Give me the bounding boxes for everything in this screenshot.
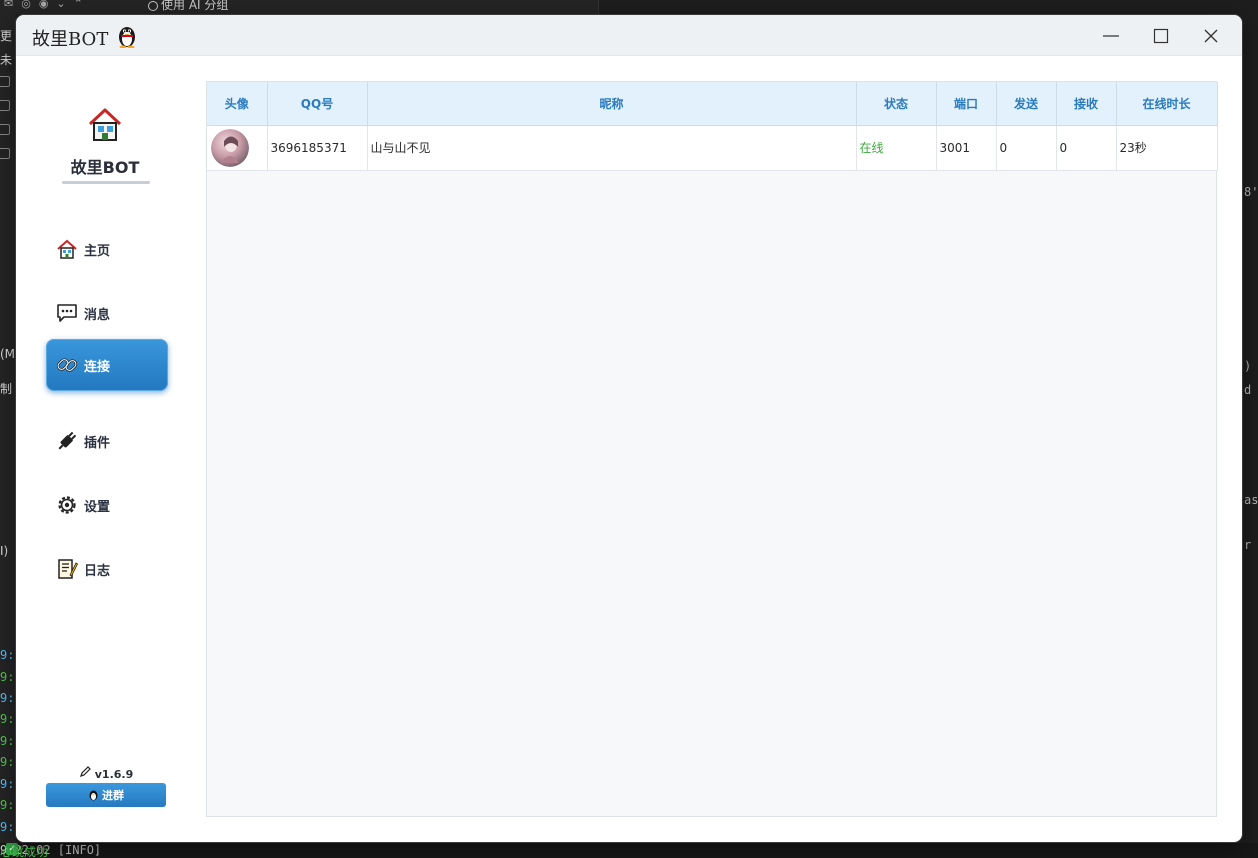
connections-table: 头像 QQ号 昵称 状态 端口 发送 接收 在线时长 3696185371 山与… — [207, 82, 1218, 171]
column-header-received[interactable]: 接收 — [1056, 82, 1117, 126]
nav-label: 设置 — [84, 499, 111, 515]
nav-label: 连接 — [84, 359, 111, 375]
gear-icon — [56, 494, 78, 516]
sent-count: 0 — [996, 125, 1057, 171]
port: 3001 — [936, 125, 997, 171]
ai-group-button: 使用 AI 分组 — [148, 0, 228, 13]
app-window: 故里BOT 故里BOT 主页 消息 连接 插件 设置 日志 v1.6.9 进群 … — [16, 15, 1242, 842]
nav-item-messages[interactable]: 消息 — [46, 287, 168, 339]
nav-label: 消息 — [84, 307, 111, 323]
maximize-icon — [1153, 28, 1169, 43]
avatar — [211, 128, 249, 167]
terminal-log-message: 心跳成功 — [0, 845, 49, 858]
background-toolbar-icons: ✉◎◉⌄⌃ — [4, 0, 91, 10]
nav-item-connections[interactable]: 连接 — [46, 339, 168, 391]
background-terminal-time: 9: — [0, 691, 15, 705]
column-header-nickname[interactable]: 昵称 — [367, 82, 857, 126]
background-checkbox — [0, 148, 10, 159]
background-terminal-time: 9: — [0, 648, 15, 662]
minimize-button[interactable] — [1088, 15, 1134, 56]
status-badge: 在线 — [856, 125, 937, 171]
background-text-fragment: 未 — [0, 53, 13, 67]
pencil-icon — [79, 766, 91, 781]
background-checkbox — [0, 76, 10, 87]
column-header-qq[interactable]: QQ号 — [267, 82, 368, 126]
connections-panel: 头像 QQ号 昵称 状态 端口 发送 接收 在线时长 3696185371 山与… — [206, 81, 1218, 817]
column-header-status[interactable]: 状态 — [856, 82, 937, 126]
background-code-editor — [598, 0, 1258, 14]
nav-item-logs[interactable]: 日志 — [46, 543, 168, 595]
avatar-cell — [207, 125, 268, 171]
link-icon — [56, 354, 78, 376]
close-icon — [1204, 29, 1218, 42]
nav-label: 插件 — [84, 435, 111, 451]
background-left-panel: 更 未 (M 制 I) 9: 9: 9: 9: 9: 9: 9: 9: 9: 9… — [0, 14, 16, 858]
background-checkbox — [0, 100, 10, 111]
penguin-icon — [88, 789, 99, 801]
title-bar[interactable]: 故里BOT — [16, 15, 1242, 56]
table-row[interactable]: 3696185371 山与山不见 在线 3001 0 0 23秒 — [207, 125, 1218, 171]
message-icon — [56, 302, 78, 324]
background-checkbox — [0, 124, 10, 135]
sidebar: 故里BOT 主页 消息 连接 插件 设置 日志 v1.6.9 进群 — [16, 56, 196, 842]
background-text-fragment: r — [1244, 538, 1252, 552]
background-text-fragment: (M — [0, 347, 16, 361]
brand-name: 故里BOT — [70, 158, 140, 177]
background-terminal-line: 9:22:02 [INFO] ✓ 心跳成功 — [0, 843, 1258, 858]
column-header-avatar[interactable]: 头像 — [207, 82, 268, 126]
background-terminal-time: 9: — [0, 777, 15, 791]
plugin-icon — [56, 430, 78, 452]
background-terminal-time: 9: — [0, 712, 15, 726]
maximize-button[interactable] — [1138, 15, 1184, 56]
home-icon — [56, 238, 78, 260]
background-text-fragment: ) — [1244, 359, 1252, 373]
background-right-panel: 8' ) d as r — [1242, 14, 1258, 858]
minimize-icon — [1103, 34, 1119, 37]
table-header-row: 头像 QQ号 昵称 状态 端口 发送 接收 在线时长 — [207, 82, 1218, 126]
nav-label: 主页 — [84, 243, 111, 259]
version-text: v1.6.9 — [94, 768, 134, 781]
received-count: 0 — [1056, 125, 1117, 171]
column-header-sent[interactable]: 发送 — [996, 82, 1057, 126]
background-text-fragment: I) — [0, 544, 9, 558]
background-text-fragment: 更 — [0, 29, 13, 43]
brand-underline — [62, 181, 150, 184]
background-text-fragment: 制 — [0, 382, 13, 396]
online-time: 23秒 — [1116, 125, 1218, 171]
penguin-icon — [119, 27, 135, 48]
join-group-label: 进群 — [102, 789, 124, 802]
background-text-fragment: d — [1244, 383, 1252, 397]
background-terminal-time: 9: — [0, 820, 15, 834]
background-text-fragment: 8' — [1244, 185, 1258, 199]
log-icon — [56, 558, 78, 580]
background-text-fragment: as — [1244, 493, 1258, 507]
house-logo-icon — [88, 108, 122, 141]
column-header-online-time[interactable]: 在线时长 — [1116, 82, 1218, 126]
background-terminal-time: 9: — [0, 670, 15, 684]
nav-item-settings[interactable]: 设置 — [46, 479, 168, 531]
background-editor-toolbar: ✉◎◉⌄⌃ 使用 AI 分组 — [0, 0, 600, 14]
column-header-port[interactable]: 端口 — [936, 82, 997, 126]
close-button[interactable] — [1188, 15, 1234, 56]
nav-item-plugins[interactable]: 插件 — [46, 415, 168, 467]
background-terminal-time: 9: — [0, 755, 15, 769]
background-terminal-time: 9: — [0, 734, 15, 748]
join-group-button[interactable]: 进群 — [46, 783, 166, 807]
nav-label: 日志 — [84, 563, 111, 579]
window-title: 故里BOT — [32, 29, 109, 50]
nav-item-home[interactable]: 主页 — [46, 223, 168, 275]
nickname: 山与山不见 — [367, 125, 857, 171]
qq-number: 3696185371 — [267, 125, 368, 171]
version-label: v1.6.9 — [46, 766, 166, 781]
background-terminal-time: 9: — [0, 798, 15, 812]
